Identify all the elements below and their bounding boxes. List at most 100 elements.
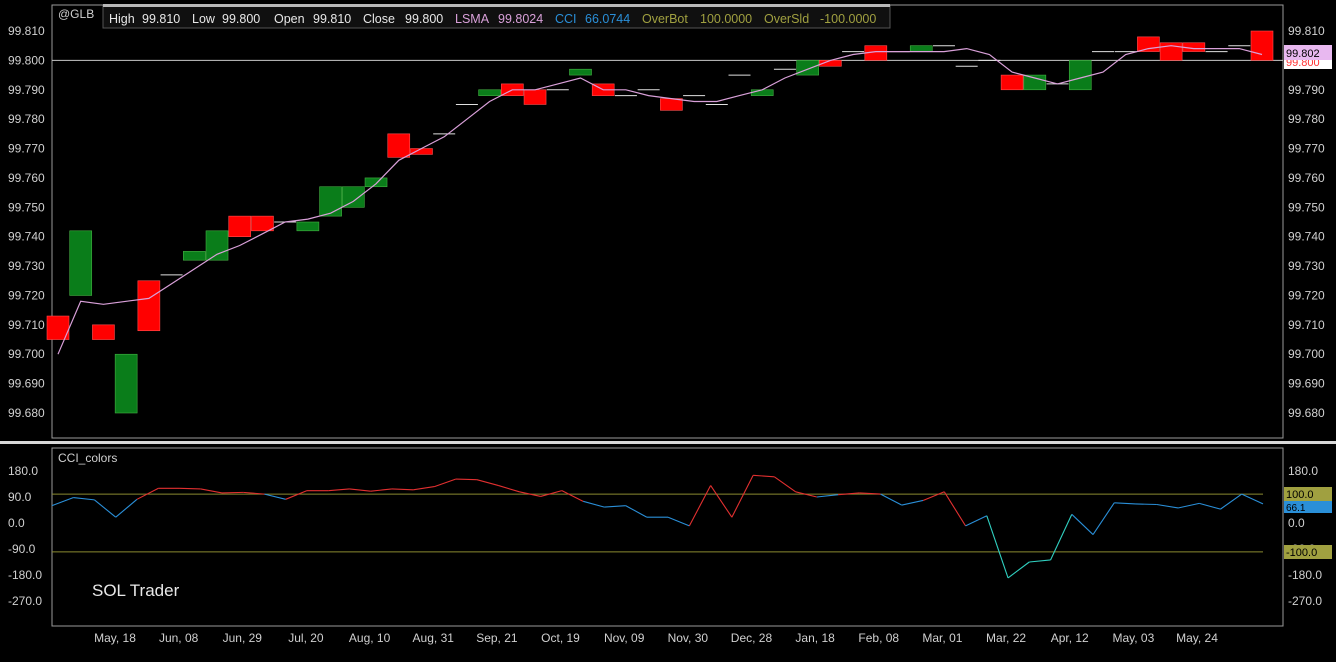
price-tick-label: 99.700 xyxy=(1288,347,1325,361)
x-axis-label: Sep, 21 xyxy=(476,631,518,645)
price-tick-label: 99.710 xyxy=(1288,318,1325,332)
oversld-label: OverSld xyxy=(764,12,809,26)
candle-body xyxy=(410,148,433,155)
close-value: 99.800 xyxy=(405,12,443,26)
price-badges: 99.800 99.802 xyxy=(1284,45,1332,69)
cci-tick-label: -180.0 xyxy=(8,568,42,582)
candle-body xyxy=(1000,74,1024,91)
x-axis-label: Mar, 01 xyxy=(922,631,962,645)
cci-label: CCI xyxy=(555,12,577,26)
candle-body xyxy=(750,89,774,96)
lsma-badge: 99.802 xyxy=(1286,48,1320,60)
open-value: 99.810 xyxy=(313,12,351,26)
candle-body xyxy=(296,221,320,232)
candle-body xyxy=(183,251,206,261)
cci-tick-label: 0.0 xyxy=(1288,516,1305,530)
high-value: 99.810 xyxy=(142,12,180,26)
candle-body xyxy=(342,186,365,208)
watermark: SOL Trader xyxy=(92,581,180,600)
candle-body xyxy=(1068,60,1092,91)
lsma-label: LSMA xyxy=(455,12,490,26)
cci-tick-label: -90.0 xyxy=(8,542,36,556)
overbot-badge: 100.0 xyxy=(1286,489,1314,501)
candle-body xyxy=(569,68,592,76)
cci-tick-label: 180.0 xyxy=(1288,464,1318,478)
price-tick-label: 99.700 xyxy=(8,347,45,361)
candle-body xyxy=(1137,36,1160,52)
cci-tick-label: -180.0 xyxy=(1288,568,1322,582)
price-tick-label: 99.760 xyxy=(1288,171,1325,185)
indicator-title: CCI_colors xyxy=(58,451,117,465)
price-tick-label: 99.730 xyxy=(1288,259,1325,273)
candle-body xyxy=(909,45,933,52)
overbot-label: OverBot xyxy=(642,12,688,26)
x-axis-label: Jun, 29 xyxy=(223,631,263,645)
x-axis-label: Feb, 08 xyxy=(858,631,899,645)
lsma-value: 99.8024 xyxy=(498,12,543,26)
candle-body xyxy=(69,230,93,296)
candle-body xyxy=(387,133,411,158)
price-tick-label: 99.710 xyxy=(8,318,45,332)
x-axis-label: Aug, 10 xyxy=(349,631,391,645)
cci-tick-label: -270.0 xyxy=(8,594,42,608)
candle-body xyxy=(523,89,547,105)
price-tick-label: 99.770 xyxy=(8,142,45,156)
candle-body xyxy=(114,353,138,414)
price-tick-label: 99.690 xyxy=(1288,377,1325,391)
x-axis-label: Dec, 28 xyxy=(731,631,773,645)
x-axis-label: Jun, 08 xyxy=(159,631,199,645)
candle-body xyxy=(92,324,115,340)
cci-segment xyxy=(179,487,201,490)
price-tick-label: 99.800 xyxy=(8,53,45,67)
x-axis-label: Mar, 22 xyxy=(986,631,1026,645)
candle-body xyxy=(205,230,229,261)
trading-chart[interactable]: 99.810 99.800 99.790 99.780 99.770 99.760 99.7… xyxy=(0,0,1336,662)
price-tick-label: 99.730 xyxy=(8,259,45,273)
x-axis-label: Nov, 30 xyxy=(668,631,709,645)
price-tick-label: 99.750 xyxy=(8,200,45,214)
candle-body xyxy=(364,177,388,188)
price-tick-label: 99.780 xyxy=(1288,112,1325,126)
price-tick-label: 99.740 xyxy=(1288,230,1325,244)
cci-segment xyxy=(455,478,477,481)
panel-splitter[interactable] xyxy=(0,441,1336,444)
low-value: 99.800 xyxy=(222,12,260,26)
candle-body xyxy=(1023,74,1047,91)
x-axis-label: May, 03 xyxy=(1112,631,1154,645)
candle-body xyxy=(660,98,683,111)
price-tick-label: 99.740 xyxy=(8,230,45,244)
candle-body xyxy=(137,280,161,332)
price-tick-label: 99.790 xyxy=(8,83,45,97)
x-axis-label: Jan, 18 xyxy=(795,631,835,645)
x-axis-label: Aug, 31 xyxy=(413,631,455,645)
x-axis-label: Nov, 09 xyxy=(604,631,645,645)
info-bar: High 99.810 Low 99.800 Open 99.810 Close… xyxy=(102,4,891,29)
x-axis-label: May, 24 xyxy=(1176,631,1218,645)
price-tick-label: 99.810 xyxy=(8,24,45,38)
price-tick-label: 99.680 xyxy=(1288,406,1325,420)
price-tick-label: 99.790 xyxy=(1288,83,1325,97)
candle-body xyxy=(319,186,342,217)
cci-segment xyxy=(1135,503,1157,506)
symbol-label: @GLB xyxy=(58,7,94,21)
candle-body xyxy=(478,89,501,96)
price-tick-label: 99.780 xyxy=(8,112,45,126)
candle-body xyxy=(796,60,819,76)
overbot-value: 100.0000 xyxy=(700,12,752,26)
x-axis-label: May, 18 xyxy=(94,631,136,645)
price-tick-label: 99.760 xyxy=(8,171,45,185)
candle-body xyxy=(228,215,252,237)
cci-tick-label: -270.0 xyxy=(1288,594,1322,608)
price-tick-label: 99.720 xyxy=(8,288,45,302)
cci-tick-label: 90.0 xyxy=(8,490,32,504)
x-axis-label: Apr, 12 xyxy=(1051,631,1089,645)
price-tick-label: 99.770 xyxy=(1288,142,1325,156)
oversld-value: -100.0000 xyxy=(820,12,876,26)
oversld-badge: -100.0 xyxy=(1286,547,1317,559)
price-tick-label: 99.680 xyxy=(8,406,45,420)
cci-tick-label: 180.0 xyxy=(8,464,38,478)
candle-body xyxy=(251,215,274,232)
x-axis-label: Jul, 20 xyxy=(288,631,324,645)
open-label: Open xyxy=(274,12,305,26)
price-tick-label: 99.810 xyxy=(1288,24,1325,38)
